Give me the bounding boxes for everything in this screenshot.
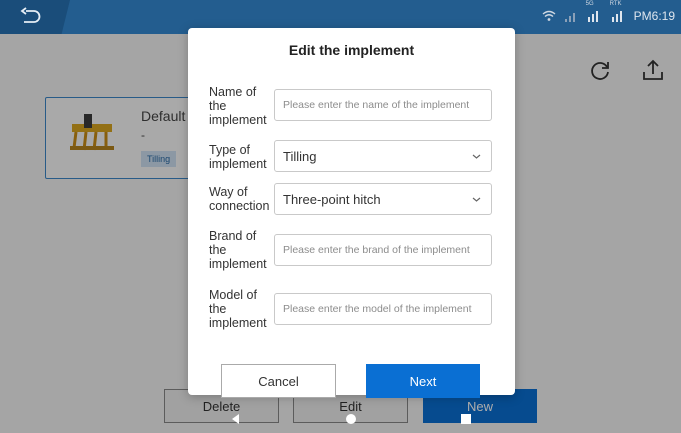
chevron-down-icon	[472, 197, 481, 202]
brand-label: Brand of the implement	[209, 229, 267, 271]
name-input[interactable]	[283, 99, 483, 111]
type-select[interactable]: Tilling	[274, 140, 492, 172]
clock: PM6:19	[633, 9, 675, 23]
nav-back-icon[interactable]	[229, 412, 243, 426]
signal-icon	[564, 13, 575, 22]
signal-b: RTK	[610, 1, 626, 22]
type-value: Tilling	[283, 148, 317, 164]
wifi-icon	[542, 10, 556, 21]
chevron-down-icon	[472, 154, 481, 159]
connection-value: Three-point hitch	[283, 191, 381, 207]
cancel-button[interactable]: Cancel	[221, 364, 336, 398]
signal-a: 5G	[586, 1, 602, 22]
name-label: Name of the implement	[209, 85, 267, 127]
status-area: 5G RTK PM6:19	[542, 1, 675, 23]
model-input[interactable]	[283, 303, 483, 315]
dialog-title: Edit the implement	[288, 42, 415, 58]
back-icon[interactable]	[20, 7, 42, 27]
brand-input[interactable]	[283, 244, 483, 256]
edit-implement-dialog: Edit the implement Name of the implement…	[188, 28, 515, 398]
connection-select[interactable]: Three-point hitch	[274, 183, 492, 215]
connection-label: Way of connection	[209, 185, 270, 213]
model-field[interactable]	[274, 293, 492, 325]
model-label: Model of the implement	[209, 288, 267, 330]
nav-home-icon[interactable]	[344, 412, 358, 426]
nav-recent-icon[interactable]	[459, 412, 473, 426]
brand-field[interactable]	[274, 234, 492, 266]
type-label: Type of implement	[209, 143, 267, 171]
next-button[interactable]: Next	[366, 364, 480, 398]
name-field[interactable]	[274, 89, 492, 121]
